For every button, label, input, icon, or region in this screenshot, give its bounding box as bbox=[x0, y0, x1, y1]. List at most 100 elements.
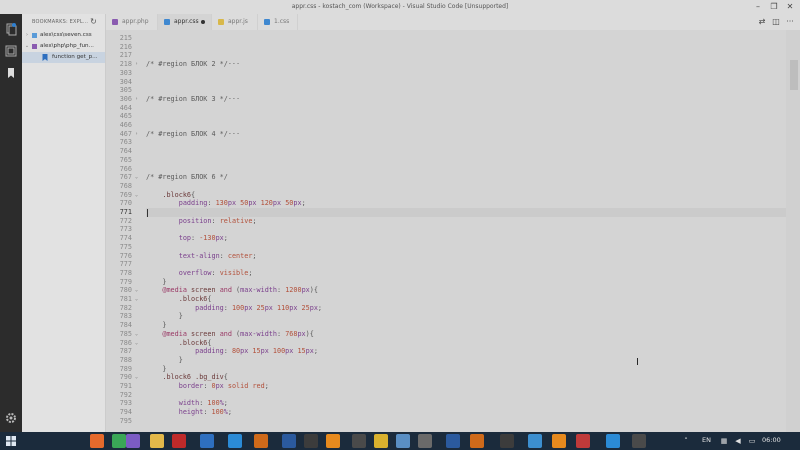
code-line[interactable]: .block6 .bg_div{ bbox=[146, 373, 227, 382]
code-line[interactable]: /* #region БЛОК 2 */··· bbox=[146, 60, 240, 69]
calculator-taskbar-icon[interactable] bbox=[418, 434, 432, 448]
fold-expanded-icon[interactable]: ⌄ bbox=[135, 373, 138, 382]
terminal-taskbar-icon[interactable] bbox=[304, 434, 318, 448]
code-line[interactable]: padding: 80px 15px 100px 15px; bbox=[146, 347, 318, 356]
vlc-taskbar-icon[interactable] bbox=[552, 434, 566, 448]
fold-expanded-icon[interactable]: ⌄ bbox=[135, 191, 138, 200]
word-taskbar-icon[interactable] bbox=[352, 434, 366, 448]
code-line[interactable]: @media screen and (max-width: 768px){ bbox=[146, 329, 314, 339]
illustrator-taskbar-icon[interactable] bbox=[254, 434, 268, 448]
viber-taskbar-icon[interactable] bbox=[126, 434, 140, 448]
code-line[interactable]: } bbox=[146, 312, 183, 321]
fold-expanded-icon[interactable]: ⌄ bbox=[135, 173, 138, 182]
tab-appr-php[interactable]: appr.php bbox=[106, 14, 158, 30]
folder-taskbar-icon[interactable] bbox=[374, 434, 388, 448]
outlook-taskbar-icon[interactable] bbox=[200, 434, 214, 448]
vertical-scrollbar[interactable] bbox=[786, 30, 800, 432]
code-line[interactable]: } bbox=[146, 321, 166, 330]
chevron-right-icon[interactable]: › bbox=[24, 30, 30, 41]
input-language-indicator[interactable]: EN bbox=[702, 436, 711, 444]
minimize-button[interactable]: – bbox=[750, 1, 766, 13]
code-line[interactable]: .block6{ bbox=[146, 295, 212, 304]
code-line[interactable]: padding: 130px 50px 120px 50px; bbox=[146, 199, 306, 208]
fold-expanded-icon[interactable]: ⌄ bbox=[135, 295, 138, 304]
windows-start-icon[interactable] bbox=[4, 434, 18, 448]
code-line[interactable]: } bbox=[146, 278, 166, 287]
fold-expanded-icon[interactable]: ⌄ bbox=[135, 286, 138, 295]
code-line[interactable]: /* #region БЛОК 3 */··· bbox=[146, 95, 240, 104]
tab-appr-css[interactable]: appr.css bbox=[158, 14, 212, 30]
photoshop-taskbar-icon[interactable] bbox=[446, 434, 460, 448]
code-area[interactable]: /* #region БЛОК 2 */··· /* #region БЛОК 3… bbox=[146, 30, 786, 432]
code-line[interactable]: .block6{ bbox=[146, 339, 212, 348]
edge-taskbar-icon[interactable] bbox=[528, 434, 542, 448]
code-line[interactable]: } bbox=[146, 365, 166, 374]
text-caret bbox=[147, 208, 148, 217]
filezilla-taskbar-icon[interactable] bbox=[172, 434, 186, 448]
fold-expanded-icon[interactable]: ⌄ bbox=[135, 330, 138, 339]
tab-appr-js[interactable]: appr.js bbox=[212, 14, 258, 30]
tray-chevron-up-icon[interactable]: ˄ bbox=[682, 437, 690, 445]
unsaved-dot-icon[interactable] bbox=[201, 20, 205, 24]
gear-icon[interactable] bbox=[4, 411, 18, 425]
code-line[interactable]: text-align: center; bbox=[146, 252, 257, 261]
chevron-down-icon[interactable]: ⌄ bbox=[24, 41, 30, 52]
chrome-taskbar-icon[interactable] bbox=[112, 434, 126, 448]
maximize-button[interactable]: ❐ bbox=[766, 1, 782, 13]
system-clock[interactable]: 06:00 bbox=[762, 436, 781, 444]
split-editor-icon[interactable]: ◫ bbox=[770, 16, 782, 28]
code-token: px bbox=[215, 234, 224, 243]
code-editor[interactable]: 215 216 217 218 › 303 304 305 306 › 464 465 466 467 › 7… bbox=[106, 30, 800, 432]
more-actions-icon[interactable]: ··· bbox=[784, 16, 796, 28]
code-line[interactable]: width: 100%; bbox=[146, 399, 228, 408]
code-line[interactable]: height: 100%; bbox=[146, 408, 232, 417]
close-window-button[interactable]: ✕ bbox=[782, 1, 798, 13]
code-token: .block6 .bg_div bbox=[162, 373, 224, 382]
notification-icon[interactable]: ▭ bbox=[748, 437, 756, 445]
code-line[interactable]: @media screen and (max-width: 1200px){ bbox=[146, 286, 318, 295]
explorer-icon[interactable] bbox=[4, 22, 18, 36]
code-line[interactable]: /* #region БЛОК 6 */ bbox=[146, 173, 228, 182]
vlc-taskbar-icon[interactable] bbox=[326, 434, 340, 448]
open-changes-icon[interactable]: ⇄ bbox=[756, 16, 768, 28]
explorer-taskbar-icon[interactable] bbox=[150, 434, 164, 448]
vscode-taskbar-icon[interactable] bbox=[606, 434, 620, 448]
tab-1-css[interactable]: 1.css bbox=[258, 14, 298, 30]
terminal-taskbar-icon[interactable] bbox=[500, 434, 514, 448]
code-line[interactable]: overflow: visible; bbox=[146, 269, 253, 278]
code-line[interactable]: /* #region БЛОК 4 */··· bbox=[146, 130, 240, 139]
notepad-taskbar-icon[interactable] bbox=[396, 434, 410, 448]
photoshop-taskbar-icon[interactable] bbox=[282, 434, 296, 448]
line-number: 217 bbox=[119, 51, 132, 60]
code-line[interactable]: .block6{ bbox=[146, 191, 195, 200]
firefox-taskbar-icon[interactable] bbox=[90, 434, 104, 448]
code-line[interactable]: border: 0px solid red; bbox=[146, 382, 269, 391]
vscode-taskbar-icon[interactable] bbox=[228, 434, 242, 448]
volume-icon[interactable]: ◀ bbox=[734, 437, 742, 445]
code-line[interactable]: } bbox=[146, 356, 183, 365]
media-taskbar-icon[interactable] bbox=[576, 434, 590, 448]
line-number: 765 bbox=[119, 155, 132, 164]
misc-taskbar-icon[interactable] bbox=[632, 434, 646, 448]
bookmark-file-seven-css[interactable]: › alex\css\seven.css bbox=[22, 30, 105, 41]
code-line[interactable]: top: -130px; bbox=[146, 234, 228, 243]
refresh-icon[interactable]: ↻ bbox=[90, 14, 97, 30]
fold-collapsed-icon[interactable]: › bbox=[135, 95, 138, 104]
network-icon[interactable]: ▦ bbox=[720, 437, 728, 445]
bookmark-file-php-fun[interactable]: ⌄ alex\php\php_fun... bbox=[22, 41, 105, 52]
code-line[interactable]: position: relative; bbox=[146, 217, 257, 226]
line-number: 764 bbox=[119, 147, 132, 156]
line-number: 791 bbox=[119, 382, 132, 390]
code-line[interactable]: padding: 100px 25px 110px 25px; bbox=[146, 304, 322, 313]
extensions-icon[interactable] bbox=[4, 44, 18, 58]
fold-expanded-icon[interactable]: ⌄ bbox=[135, 339, 138, 348]
bookmark-file-label: alex\css\seven.css bbox=[40, 32, 92, 38]
bookmark-entry-function[interactable]: function get_p... bbox=[22, 52, 105, 63]
fold-collapsed-icon[interactable]: › bbox=[135, 130, 138, 139]
illustrator-taskbar-icon[interactable] bbox=[470, 434, 484, 448]
code-token: ){ bbox=[305, 329, 314, 338]
fold-collapsed-icon[interactable]: › bbox=[135, 60, 138, 69]
scrollbar-thumb[interactable] bbox=[790, 60, 798, 90]
bookmark-icon[interactable] bbox=[4, 66, 18, 80]
